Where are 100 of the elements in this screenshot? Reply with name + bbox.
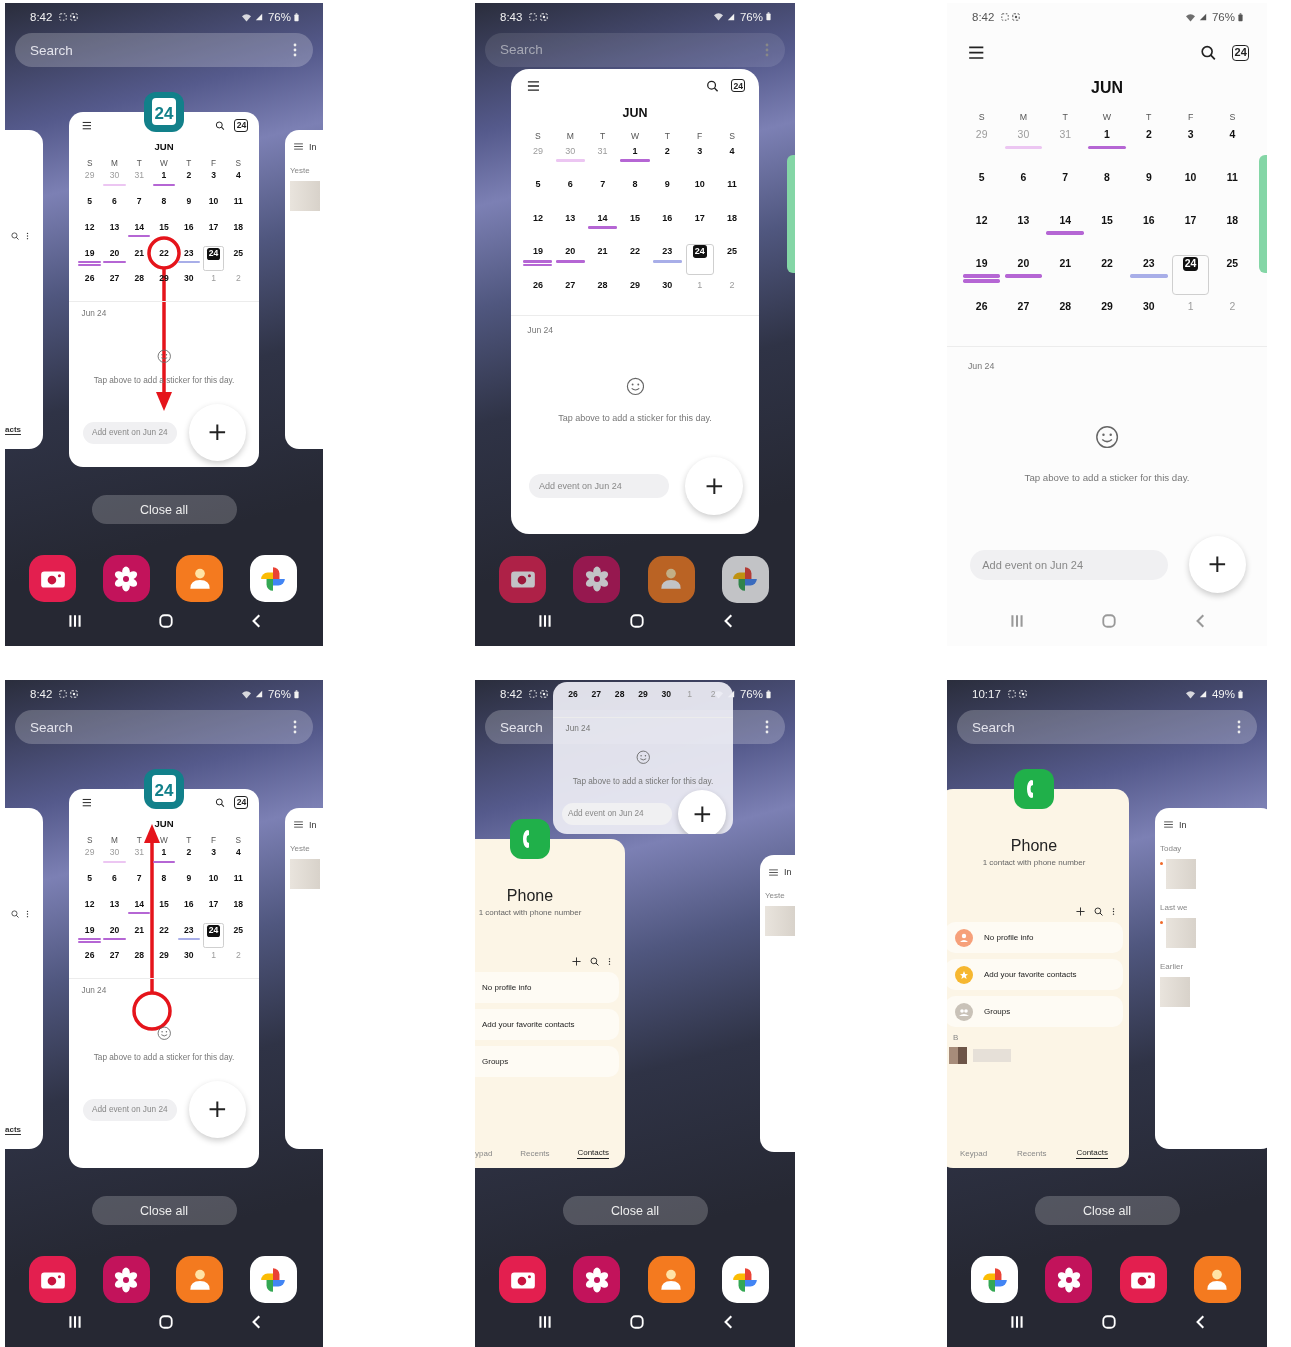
contacts-app-icon[interactable] [1194, 1256, 1241, 1303]
date-number[interactable]: 2 [663, 144, 672, 157]
more-icon[interactable] [1112, 907, 1115, 916]
date-number[interactable]: 15 [1099, 214, 1115, 229]
date-number[interactable]: 14 [1057, 214, 1074, 229]
contacts-app-icon[interactable] [176, 555, 224, 602]
smiley-icon[interactable] [156, 1025, 172, 1041]
date-number[interactable]: 19 [531, 245, 545, 258]
date-number[interactable]: 6 [1018, 171, 1029, 186]
date-number[interactable]: 2 [184, 847, 193, 859]
date-number[interactable]: 4 [234, 170, 243, 182]
date-number[interactable]: 7 [1060, 171, 1071, 186]
search-icon[interactable] [215, 120, 226, 130]
search-icon[interactable] [1200, 45, 1217, 61]
date-number[interactable]: 24 [207, 924, 221, 937]
date-number[interactable]: 28 [595, 278, 610, 291]
search-icon[interactable] [215, 797, 226, 807]
date-number[interactable]: 3 [695, 144, 704, 157]
add-event-field[interactable]: Add event on Jun 24 [562, 802, 672, 826]
add-event-field[interactable]: Add event on Jun 24 [82, 1098, 177, 1121]
date-number[interactable]: 1 [159, 170, 169, 182]
pinwheel-app-icon[interactable] [249, 1256, 297, 1303]
date-number[interactable]: 28 [1057, 299, 1074, 314]
date-number[interactable]: 5 [85, 873, 94, 885]
date-number[interactable]: 7 [135, 196, 144, 208]
more-icon[interactable] [608, 957, 611, 966]
tab[interactable]: Contacts [577, 1148, 609, 1159]
date-number[interactable]: 25 [725, 245, 739, 258]
date-number[interactable]: 24 [1182, 256, 1199, 271]
list-item[interactable]: Groups [475, 1046, 619, 1077]
date-number[interactable]: 23 [182, 247, 196, 260]
date-number[interactable]: 29 [636, 688, 650, 701]
phone-app-icon[interactable] [510, 819, 550, 859]
tab[interactable]: Recents [520, 1148, 550, 1159]
date-number[interactable]: 21 [132, 247, 146, 260]
date-number[interactable]: 14 [132, 898, 146, 911]
menu-icon[interactable] [967, 45, 985, 61]
close-all-button[interactable]: Close all [562, 1196, 708, 1225]
date-number[interactable]: 21 [1057, 256, 1074, 272]
smiley-icon[interactable] [635, 749, 651, 765]
smiley-icon[interactable] [156, 348, 172, 364]
date-number[interactable]: 16 [182, 898, 196, 911]
add-event-field[interactable]: Add event on Jun 24 [82, 421, 177, 444]
date-number[interactable]: 22 [628, 245, 642, 258]
calendar-app-icon[interactable]: 24 [144, 769, 184, 809]
tab[interactable]: ypad [475, 1148, 493, 1159]
date-number[interactable]: 2 [184, 170, 193, 182]
date-number[interactable]: 21 [132, 924, 146, 937]
date-number[interactable]: 9 [663, 178, 672, 191]
date-number[interactable]: 24 [692, 245, 707, 258]
close-all-button[interactable]: Close all [1034, 1196, 1180, 1225]
date-number[interactable]: 25 [1224, 256, 1241, 272]
tab[interactable]: Contacts [1076, 1148, 1108, 1159]
contacts-app-icon[interactable] [647, 555, 695, 603]
date-number[interactable]: 16 [182, 221, 196, 234]
date-number[interactable]: 8 [630, 178, 640, 191]
pinwheel-app-icon[interactable] [249, 555, 297, 602]
date-number[interactable]: 12 [973, 214, 990, 229]
date-number[interactable]: 9 [1143, 171, 1154, 186]
date-number[interactable]: 5 [976, 171, 987, 186]
date-number[interactable]: 3 [209, 847, 218, 859]
list-item[interactable]: No profile info [475, 972, 619, 1003]
date-number[interactable]: 11 [725, 178, 739, 191]
app-card[interactable]: 24 JUN S M T W T F S 29 30 31 1 2 3 4 5 6 7 8 9 10 11 12 13 14 15 16 17 18 19 20 21 22 23 24 25 26 27 28 29 30 1 2 Jun 24 Tap above to add a sticker for this day. Add event on Jun 24 [511, 68, 759, 534]
search-icon[interactable] [706, 79, 720, 92]
tab[interactable]: acts [5, 1125, 21, 1136]
date-number[interactable]: 15 [157, 221, 171, 234]
date-number[interactable]: 9 [184, 873, 193, 885]
today-button[interactable]: 24 [1231, 44, 1250, 62]
date-number[interactable]: 15 [628, 211, 642, 224]
date-number[interactable]: 24 [207, 247, 221, 260]
smiley-icon[interactable] [1094, 425, 1120, 450]
close-all-button[interactable]: Close all [91, 1196, 237, 1225]
date-number[interactable]: 19 [83, 247, 97, 260]
plus-icon[interactable] [572, 957, 581, 966]
date-number[interactable]: 5 [85, 196, 94, 208]
date-number[interactable]: 12 [531, 211, 545, 224]
app-card[interactable]: acts [5, 807, 43, 1150]
date-number[interactable]: 27 [563, 278, 578, 291]
list-item[interactable]: Add your favorite contacts [475, 1009, 619, 1040]
date-number[interactable]: 17 [692, 211, 707, 224]
add-button[interactable] [678, 789, 727, 834]
flower-app-icon[interactable] [573, 555, 621, 603]
date-number[interactable]: 5 [533, 178, 543, 191]
recent-apps-button[interactable] [537, 613, 553, 630]
search-icon[interactable] [590, 957, 599, 966]
date-number[interactable]: 10 [692, 178, 707, 191]
list-item[interactable]: Add your favorite contacts [947, 959, 1123, 990]
date-number[interactable]: 6 [565, 178, 575, 191]
tab[interactable]: Keypad [960, 1148, 988, 1159]
menu-icon[interactable] [81, 797, 92, 807]
date-number[interactable]: 23 [1140, 256, 1157, 272]
date-number[interactable]: 23 [182, 924, 196, 937]
date-number[interactable]: 18 [231, 221, 245, 234]
date-number[interactable]: 16 [660, 211, 675, 224]
app-card[interactable]: Phone 1 contact with phone number No profile info Add your favorite contacts Groups ypad Recents Contacts [475, 839, 625, 1168]
date-number[interactable]: 17 [207, 221, 221, 234]
date-number[interactable]: 25 [231, 924, 245, 937]
today-button[interactable]: 24 [234, 795, 249, 809]
menu-icon[interactable] [81, 120, 92, 130]
